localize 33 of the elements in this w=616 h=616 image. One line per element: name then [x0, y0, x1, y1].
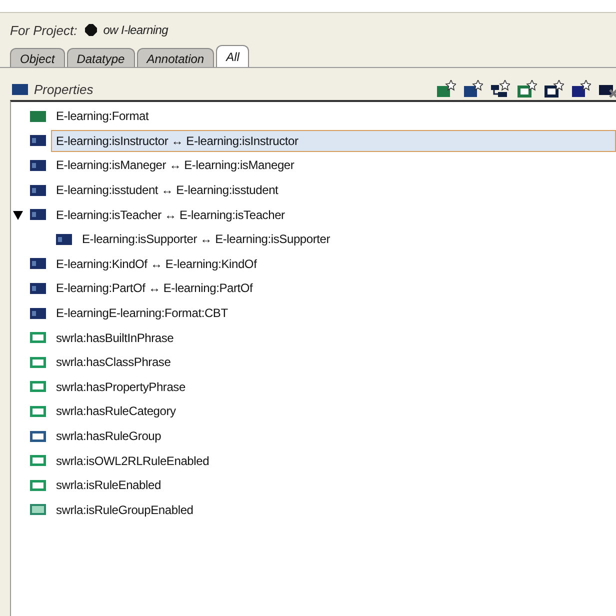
expanded-arrow-icon[interactable] [13, 210, 23, 220]
properties-icon [12, 84, 28, 94]
property-label[interactable]: E-learning:isManeger ↔ E-learning:isManeger [51, 154, 300, 176]
property-label[interactable]: swrla:hasPropertyPhrase [51, 376, 190, 398]
property-label[interactable]: E-learning:isInstructor ↔ E-learning:isInstructor [51, 130, 616, 152]
tab[interactable]: All [216, 45, 250, 67]
property-label[interactable]: swrla:isOWL2RLRuleEnabled [51, 450, 214, 472]
property-label[interactable]: swrla:isRuleEnabled [51, 474, 166, 496]
property-label[interactable]: swrla:hasRuleGroup [51, 425, 166, 448]
project-label: For Project: [10, 22, 78, 38]
tab[interactable]: Object [10, 48, 65, 67]
add-subproperty-icon[interactable] [490, 80, 510, 98]
property-label[interactable]: E-learning:isSupporter ↔ E-learning:isSupporter [77, 228, 336, 250]
property-label[interactable]: E-learning:isTeacher ↔ E-learning:isTeacher [51, 204, 290, 226]
project-name: ow I-learning [103, 23, 168, 37]
add-object-property-icon[interactable] [463, 80, 483, 98]
add-property-icon[interactable] [571, 80, 591, 98]
add-annotation-icon[interactable] [517, 80, 537, 98]
property-label[interactable]: swrla:hasBuiltInPhrase [51, 326, 179, 349]
property-label[interactable]: swrla:isRuleGroupEnabled [51, 498, 198, 521]
tab[interactable]: Datatype [66, 48, 135, 67]
property-label[interactable]: E-learning:PartOf ↔ E-learning:PartOf [51, 277, 258, 300]
property-label[interactable]: E-learning:isstudent ↔ E-learning:isstudent [51, 179, 284, 202]
panel-title: Properties [34, 82, 94, 96]
add-datatype-property-icon[interactable] [436, 80, 456, 98]
add-frame-icon[interactable] [544, 80, 564, 98]
project-icon [85, 24, 98, 36]
property-label[interactable]: E-learning:KindOf ↔ E-learning:KindOf [51, 252, 262, 275]
tab[interactable]: Annotation [136, 48, 214, 67]
property-label[interactable]: swrla:hasClassPhrase [51, 351, 176, 374]
property-label[interactable]: E-learning:Format [51, 105, 154, 128]
property-label[interactable]: E-learningE-learning:Format:CBT [51, 302, 233, 324]
property-label[interactable]: swrla:hasRuleCategory [51, 400, 181, 422]
